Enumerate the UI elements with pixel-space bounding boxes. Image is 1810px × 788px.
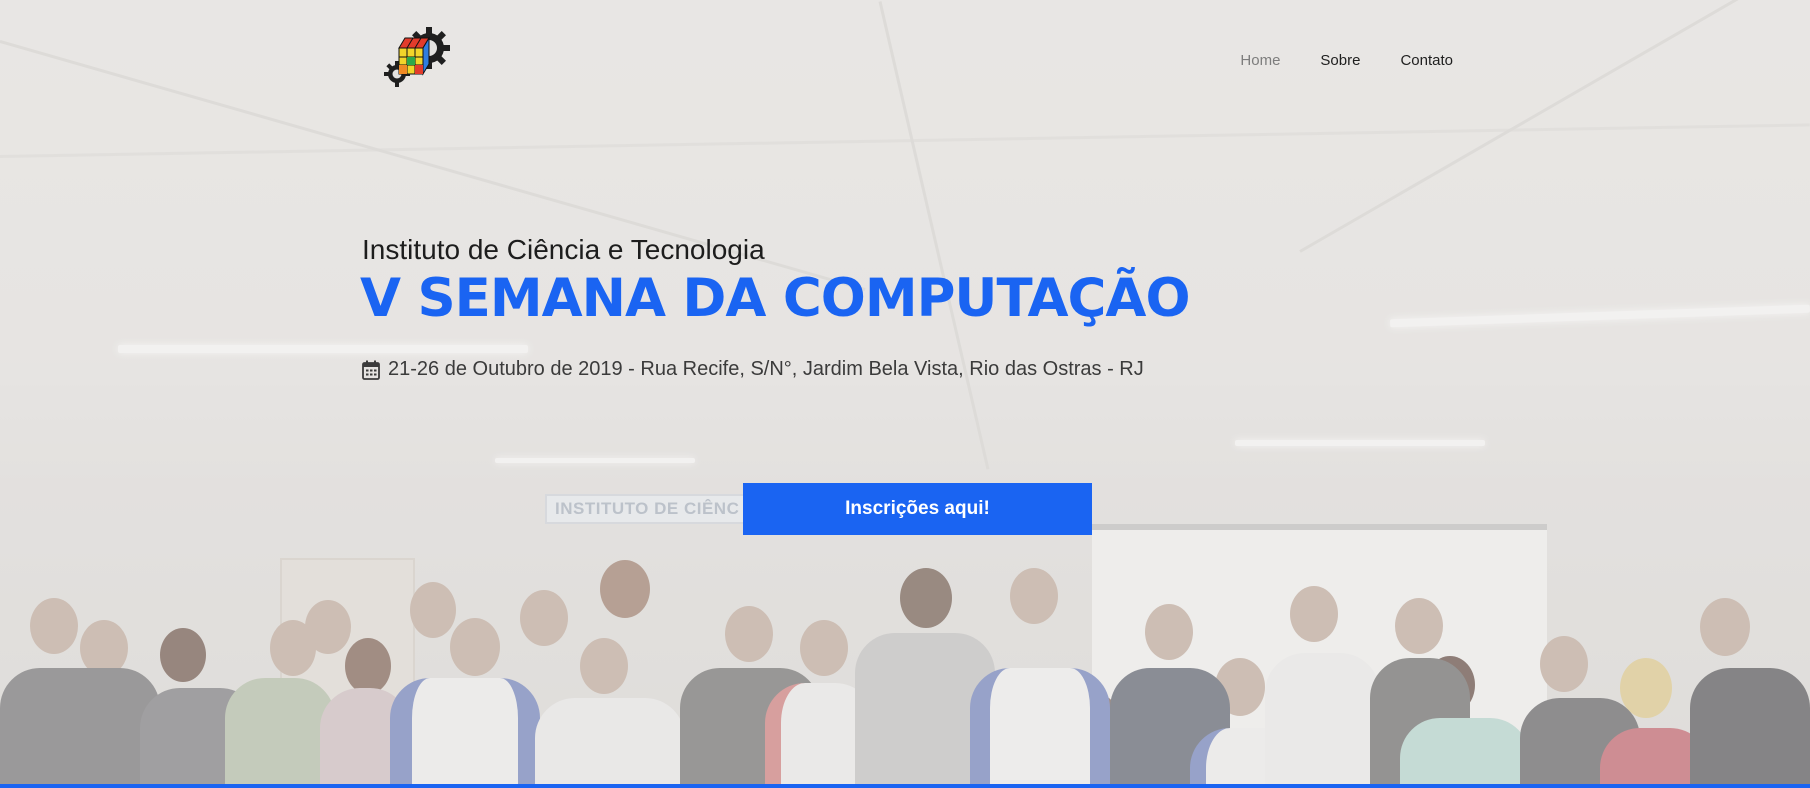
site-logo[interactable]: [383, 22, 455, 90]
nav-link-home[interactable]: Home: [1240, 52, 1280, 69]
nav-item-home: Home: [1240, 52, 1280, 70]
register-button[interactable]: Inscrições aqui!: [743, 483, 1092, 535]
nav-link-contato[interactable]: Contato: [1400, 52, 1453, 69]
calendar-icon: [362, 360, 380, 380]
main-navigation: Home Sobre Contato: [1240, 52, 1453, 70]
hero-subtitle: Instituto de Ciência e Tecnologia: [362, 234, 765, 265]
hero-background-photo: INSTITUTO DE CIÊNC: [0, 0, 1810, 788]
photo-overlay: [0, 0, 1810, 788]
nav-item-contato: Contato: [1400, 52, 1453, 70]
nav-link-sobre[interactable]: Sobre: [1320, 52, 1360, 69]
hero-title: V SEMANA DA COMPUTAÇÃO: [360, 268, 1190, 329]
event-info: 21-26 de Outubro de 2019 - Rua Recife, S…: [362, 358, 1144, 381]
rubiks-cube-gear-icon: [384, 27, 450, 87]
event-info-text: 21-26 de Outubro de 2019 - Rua Recife, S…: [388, 358, 1144, 380]
nav-item-sobre: Sobre: [1320, 52, 1360, 70]
bottom-accent-bar: [0, 784, 1810, 788]
